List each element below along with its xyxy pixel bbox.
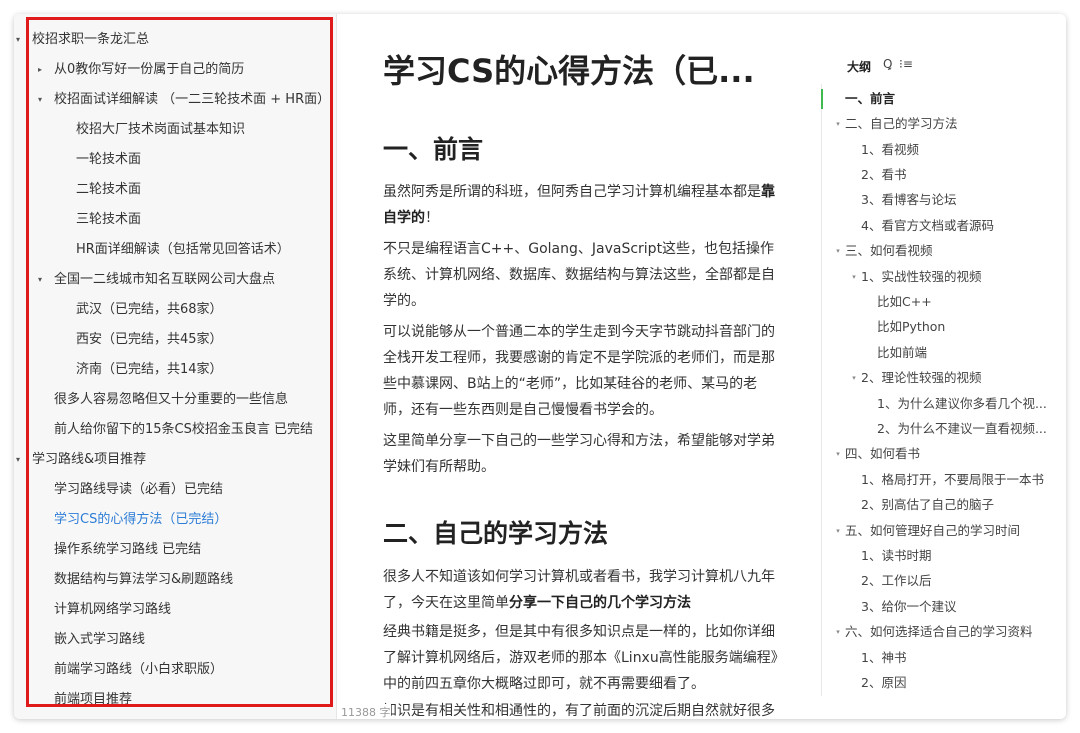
sidebar-item-label: 计算机网络学习路线 — [54, 602, 172, 617]
sidebar-item-label: 前端学习路线（小白求职版） — [54, 662, 224, 677]
outline-item[interactable]: 1、格局打开，不要局限于一本书 — [861, 469, 1044, 491]
sidebar-item-hr[interactable]: HR面详细解读（包括常见回答话术） — [76, 238, 290, 262]
chevron-down-icon[interactable]: ▾ — [34, 88, 46, 112]
chevron-down-icon[interactable]: ▾ — [34, 268, 46, 292]
sidebar-item-label: 学习路线导读（必看）已完结 — [54, 482, 224, 497]
outline-title: 大纲 — [847, 60, 872, 74]
sidebar-item-label: 前端项目推荐 — [54, 692, 133, 707]
paragraph-5: 很多人不知道该如何学习计算机或者看书，我学习计算机八九年了，今天在这里简单分享一… — [383, 569, 775, 611]
sidebar-item-label: 二轮技术面 — [76, 182, 142, 197]
outline-item[interactable]: 比如C++ — [877, 291, 932, 313]
app-window: ▾ 校招求职一条龙汇总 ▸ 从0教你写好一份属于自己的简历 ▾ 校招面试详细解读… — [14, 14, 1066, 719]
chevron-down-icon[interactable]: ▾ — [14, 448, 24, 472]
sidebar-item-label: 校招大厂技术岗面试基本知识 — [76, 122, 246, 137]
outline-item[interactable]: 2、为什么不建议一直看视频... — [877, 418, 1047, 440]
outline-item[interactable]: 4、看官方文档或者源码 — [861, 215, 994, 237]
word-count: 11388 字 — [341, 704, 391, 719]
chevron-down-icon[interactable]: ▾ — [833, 443, 843, 465]
chevron-down-icon[interactable]: ▾ — [833, 520, 843, 542]
heading-method: 二、自己的学习方法 — [383, 519, 609, 548]
outline-divider — [821, 84, 822, 696]
paragraph-1: 虽然阿秀是所谓的科班，但阿秀自己学习计算机编程基本都是靠自学的！ — [383, 184, 775, 226]
sidebar-item-frontend-projects[interactable]: 前端项目推荐 — [54, 688, 132, 712]
chevron-down-icon[interactable]: ▾ — [849, 266, 859, 288]
pin-icon[interactable]: Ꝗ — [883, 57, 892, 71]
sidebar-item-label: 三轮技术面 — [76, 212, 142, 227]
sidebar-item-xian[interactable]: 西安（已完结，共45家） — [76, 328, 223, 352]
outline-item[interactable]: 比如Python — [877, 316, 945, 338]
sidebar-item-label: 操作系统学习路线 已完结 — [54, 542, 202, 557]
outline-item[interactable]: 3、看博客与论坛 — [861, 189, 956, 211]
outline-item[interactable]: 1、为什么建议你多看几个视... — [877, 393, 1047, 415]
outline-item[interactable]: 2、原因 — [861, 672, 906, 694]
outline-item[interactable]: 比如前端 — [877, 342, 927, 364]
outline-item[interactable]: 3、给你一个建议 — [861, 596, 956, 618]
paragraph-2: 不只是编程语言C++、Golang、JavaScript这些，也包括操作系统、计… — [383, 241, 775, 309]
sidebar-item-label: 全国一二线城市知名互联网公司大盘点 — [54, 272, 276, 287]
sidebar-item-round-two[interactable]: 二轮技术面 — [76, 178, 141, 202]
paragraph-3: 可以说能够从一个普通二本的学生走到今天字节跳动抖音部门的全栈开发工程师，我要感谢… — [383, 324, 775, 418]
outline-item[interactable]: 2、看书 — [861, 164, 906, 186]
sidebar-item-label: 一轮技术面 — [76, 152, 142, 167]
sidebar-item-basics[interactable]: 校招大厂技术岗面试基本知识 — [76, 118, 245, 142]
sidebar-item-jinan[interactable]: 济南（已完结，共14家） — [76, 358, 223, 382]
outline-item[interactable]: 2、别高估了自己的脑子 — [861, 494, 994, 516]
outline-item[interactable]: 2、工作以后 — [861, 570, 931, 592]
sidebar-tree: ▾ 校招求职一条龙汇总 ▸ 从0教你写好一份属于自己的简历 ▾ 校招面试详细解读… — [14, 14, 336, 719]
sidebar-item-network[interactable]: 计算机网络学习路线 — [54, 598, 171, 622]
sidebar-item-label: 校招面试详细解读 （一二三轮技术面 + HR面） — [54, 92, 331, 107]
sidebar-item-label: 数据结构与算法学习&刷题路线 — [54, 572, 234, 587]
sidebar-item-label: 学习CS的心得方法（已完结） — [54, 512, 228, 527]
sidebar-item-overlooked-info[interactable]: 很多人容易忽略但又十分重要的一些信息 — [54, 388, 288, 412]
outline-item[interactable]: 1、神书 — [861, 647, 906, 669]
outline-item[interactable]: 一、前言 — [845, 88, 895, 110]
sidebar-item-label: 从0教你写好一份属于自己的简历 — [54, 62, 245, 77]
chevron-down-icon[interactable]: ▾ — [849, 367, 859, 389]
sidebar-item-label: 济南（已完结，共14家） — [76, 362, 223, 377]
chevron-down-icon[interactable]: ▾ — [833, 240, 843, 262]
chevron-down-icon[interactable]: ▾ — [14, 28, 24, 52]
chevron-right-icon[interactable]: ▸ — [34, 58, 46, 82]
page-title: 学习CS的心得方法（已... — [383, 52, 755, 90]
chevron-down-icon[interactable]: ▾ — [833, 621, 843, 643]
sidebar-item-round-three[interactable]: 三轮技术面 — [76, 208, 141, 232]
paragraph-6: 经典书籍是挺多，但是其中有很多知识点是一样的，比如你详细了解计算机网络后，游双老… — [383, 624, 778, 692]
sidebar-item-round-one[interactable]: 一轮技术面 — [76, 148, 141, 172]
outline-item[interactable]: 1、读书时期 — [861, 545, 931, 567]
heading-intro: 一、前言 — [383, 135, 484, 164]
outline-active-indicator — [821, 89, 823, 109]
sidebar-item-label: 很多人容易忽略但又十分重要的一些信息 — [54, 392, 289, 407]
sidebar-item-label: 西安（已完结，共45家） — [76, 332, 223, 347]
sidebar-item-wuhan[interactable]: 武汉（已完结，共68家） — [76, 298, 223, 322]
sidebar-item-label: HR面详细解读（包括常见回答话术） — [76, 242, 290, 257]
sidebar-item-advice[interactable]: 前人给你留下的15条CS校招金玉良言 已完结 — [54, 418, 313, 442]
sidebar-item-label: 校招求职一条龙汇总 — [32, 32, 150, 47]
sidebar-item-cs-methods[interactable]: 学习CS的心得方法（已完结） — [54, 508, 227, 532]
sidebar-item-label: 嵌入式学习路线 — [54, 632, 146, 647]
document-editor[interactable]: 学习CS的心得方法（已... 一、前言 虽然阿秀是所谓的科班，但阿秀自己学习计算… — [336, 14, 821, 719]
sidebar-item-frontend[interactable]: 前端学习路线（小白求职版） — [54, 658, 223, 682]
paragraph-4: 这里简单分享一下自己的一些学习心得和方法，希望能够对学弟学妹们有所帮助。 — [383, 433, 775, 475]
paragraph-7: 知识是有相关性和相通性的，有了前面的沉淀后期自然就好很多 — [383, 703, 775, 719]
outline-item[interactable]: 1、看视频 — [861, 139, 919, 161]
sidebar-item-embedded[interactable]: 嵌入式学习路线 — [54, 628, 145, 652]
sidebar-item-label: 武汉（已完结，共68家） — [76, 302, 223, 317]
sidebar-item-algorithms[interactable]: 数据结构与算法学习&刷题路线 — [54, 568, 233, 592]
outline-panel: 大纲 Ꝗ ⁝≡ 一、前言 ▾ 二、自己的学习方法 1、看视频 2、看书 3、看博… — [821, 14, 1066, 719]
sidebar-item-guide[interactable]: 学习路线导读（必看）已完结 — [54, 478, 223, 502]
list-icon[interactable]: ⁝≡ — [899, 57, 913, 71]
sidebar-item-label: 学习路线&项目推荐 — [32, 452, 147, 467]
chevron-down-icon[interactable]: ▾ — [833, 113, 843, 135]
sidebar-item-label: 前人给你留下的15条CS校招金玉良言 已完结 — [54, 422, 314, 437]
sidebar-item-os[interactable]: 操作系统学习路线 已完结 — [54, 538, 201, 562]
